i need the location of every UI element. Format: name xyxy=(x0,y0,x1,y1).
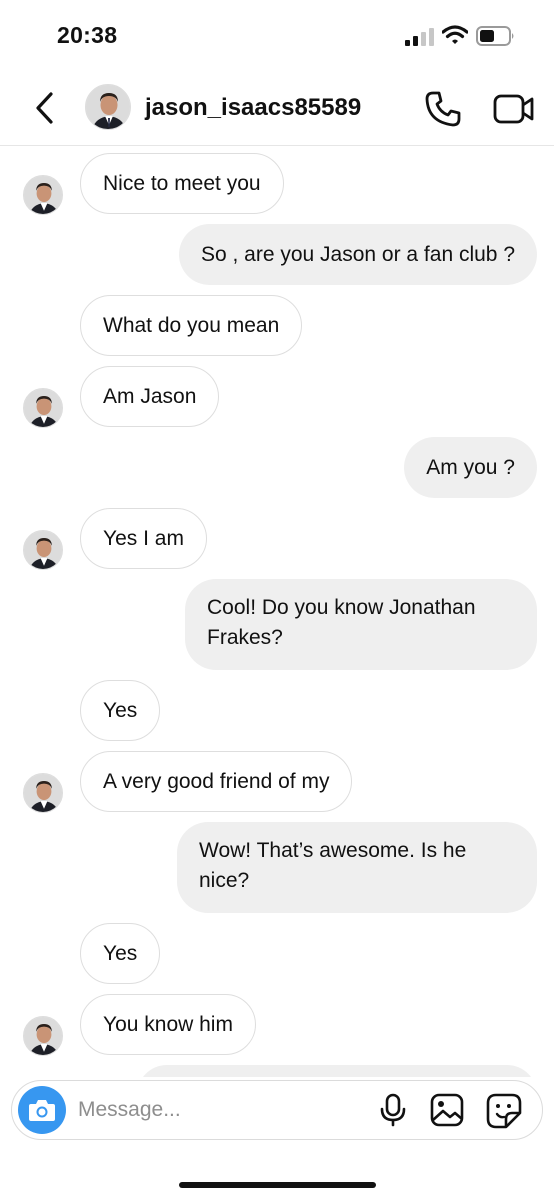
outgoing-message-partial[interactable] xyxy=(137,1065,537,1077)
message-text: What do you mean xyxy=(103,313,280,337)
avatar xyxy=(23,175,63,215)
incoming-message[interactable]: A very good friend of my xyxy=(80,751,353,812)
incoming-message[interactable]: Yes xyxy=(80,680,161,741)
cellular-signal-icon xyxy=(405,28,434,46)
message-text: Am Jason xyxy=(103,384,197,408)
chat-header: jason_isaacs85589 xyxy=(0,70,554,146)
outgoing-message[interactable]: Wow! That’s awesome. Is he nice? xyxy=(177,822,537,913)
message-text: Am you ? xyxy=(426,455,515,479)
message-text: Nice to meet you xyxy=(103,171,261,195)
profile-photo-icon xyxy=(24,531,62,569)
battery-icon xyxy=(476,26,514,46)
camera-button[interactable] xyxy=(18,1086,66,1134)
message-text: Wow! That’s awesome. Is he nice? xyxy=(199,839,467,892)
microphone-icon[interactable] xyxy=(378,1093,408,1127)
outgoing-message[interactable]: So , are you Jason or a fan club ? xyxy=(178,224,537,285)
avatar xyxy=(23,530,63,570)
message-input[interactable] xyxy=(78,1091,368,1129)
message-thread[interactable]: Nice to meet you So , are you Jason or a… xyxy=(0,147,554,1077)
profile-photo-icon xyxy=(24,176,62,214)
phone-call-icon[interactable] xyxy=(424,90,462,128)
incoming-message[interactable]: Yes I am xyxy=(80,508,207,569)
back-chevron-icon[interactable] xyxy=(30,90,60,126)
message-text: Cool! Do you know Jonathan Frakes? xyxy=(207,596,476,649)
status-bar: 20:38 xyxy=(0,0,554,70)
status-time: 20:38 xyxy=(57,22,118,48)
message-composer xyxy=(11,1080,543,1140)
incoming-message[interactable]: Am Jason xyxy=(80,366,220,427)
gallery-icon[interactable] xyxy=(430,1093,464,1127)
incoming-message[interactable]: Yes xyxy=(80,923,161,984)
outgoing-message[interactable]: Cool! Do you know Jonathan Frakes? xyxy=(185,579,537,670)
home-indicator[interactable] xyxy=(179,1182,376,1188)
incoming-message[interactable]: What do you mean xyxy=(80,295,303,356)
message-text: Yes xyxy=(103,698,138,722)
video-call-icon[interactable] xyxy=(493,90,535,128)
message-text: A very good friend of my xyxy=(103,769,330,793)
camera-icon xyxy=(29,1100,55,1121)
profile-photo-icon xyxy=(86,85,130,129)
avatar xyxy=(23,1016,63,1056)
outgoing-message[interactable]: Am you ? xyxy=(404,437,537,498)
incoming-message[interactable]: Nice to meet you xyxy=(80,153,284,214)
profile-photo-icon xyxy=(24,389,62,427)
profile-photo-icon xyxy=(24,1017,62,1055)
avatar[interactable] xyxy=(85,84,131,130)
profile-photo-icon xyxy=(24,774,62,812)
avatar xyxy=(23,388,63,428)
avatar xyxy=(23,773,63,813)
message-text: Yes xyxy=(103,941,138,965)
message-text: You know him xyxy=(103,1012,233,1036)
wifi-icon xyxy=(442,25,468,44)
message-text: So , are you Jason or a fan club ? xyxy=(200,242,515,266)
username[interactable]: jason_isaacs85589 xyxy=(145,94,361,122)
incoming-message[interactable]: You know him xyxy=(80,994,256,1055)
message-text: Yes I am xyxy=(103,526,184,550)
sticker-icon[interactable] xyxy=(486,1093,522,1129)
